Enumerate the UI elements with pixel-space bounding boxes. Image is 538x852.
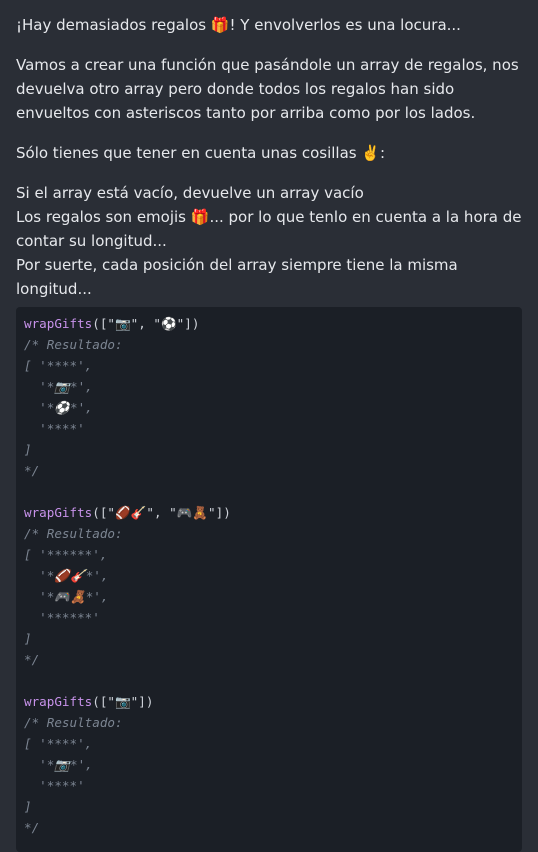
challenge-description: ¡Hay demasiados regalos 🎁! Y envolverlos… xyxy=(16,13,522,852)
result-comment-open: /* Resultado: xyxy=(24,715,123,730)
code-call-line: wrapGifts(["📷"]) xyxy=(24,691,514,712)
result-line: [ '****', xyxy=(24,736,93,751)
rules-list: Si el array está vacío, devuelve un arra… xyxy=(16,181,522,301)
intro-description: Vamos a crear una función que pasándole … xyxy=(16,56,519,122)
rule-empty-array: Si el array está vacío, devuelve un arra… xyxy=(16,184,364,202)
result-line: '*⚽️*', xyxy=(24,400,93,415)
result-line: '****' xyxy=(24,421,85,436)
result-line: ] xyxy=(24,631,32,646)
code-call-line: wrapGifts(["🏈🎸", "🎮🧸"]) xyxy=(24,502,514,523)
result-line: '******' xyxy=(24,610,100,625)
function-args: (["📷", "⚽️"]) xyxy=(92,316,200,331)
result-line: '*🏈🎸*', xyxy=(24,568,109,583)
function-name: wrapGifts xyxy=(24,505,93,520)
intro-title: ¡Hay demasiados regalos 🎁! Y envolverlos… xyxy=(16,16,461,34)
result-line: '****' xyxy=(24,778,85,793)
result-line: ] xyxy=(24,799,32,814)
function-args: (["📷"]) xyxy=(92,694,154,709)
result-comment-close: */ xyxy=(24,463,40,478)
result-line: '*📷*', xyxy=(24,757,93,772)
rule-emoji-length: Los regalos son emojis 🎁... por lo que t… xyxy=(16,208,522,250)
result-line: [ '****', xyxy=(24,358,93,373)
result-line: ] xyxy=(24,442,32,457)
code-call-line: wrapGifts(["📷", "⚽️"]) xyxy=(24,313,514,334)
result-comment-open: /* Resultado: xyxy=(24,337,123,352)
result-comment-close: */ xyxy=(24,820,40,835)
result-comment-open: /* Resultado: xyxy=(24,526,123,541)
result-line: '*📷*', xyxy=(24,379,93,394)
function-name: wrapGifts xyxy=(24,694,93,709)
result-line: [ '******', xyxy=(24,547,108,562)
note-heading: Sólo tienes que tener en cuenta unas cos… xyxy=(16,144,386,162)
function-name: wrapGifts xyxy=(24,316,93,331)
rule-same-length: Por suerte, cada posición del array siem… xyxy=(16,256,458,298)
result-line: '*🎮🧸*', xyxy=(24,589,109,604)
code-block: wrapGifts(["📷", "⚽️"]) /* Resultado: [ '… xyxy=(16,307,522,852)
result-comment-close: */ xyxy=(24,652,40,667)
function-args: (["🏈🎸", "🎮🧸"]) xyxy=(92,505,231,520)
